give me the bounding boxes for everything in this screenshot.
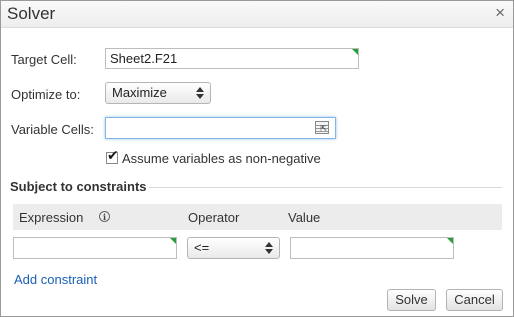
corner-marker-icon	[447, 238, 453, 244]
corner-marker-icon	[170, 238, 176, 244]
corner-marker-icon	[352, 49, 358, 55]
info-icon[interactable]: i	[99, 211, 110, 222]
checkmark-icon: ✔	[107, 147, 119, 163]
up-down-arrows-icon	[265, 242, 273, 254]
variable-cells-label: Variable Cells:	[11, 122, 94, 137]
non-negative-checkbox[interactable]: ✔	[106, 148, 119, 164]
operator-header: Operator	[188, 210, 240, 225]
optimize-label: Optimize to:	[11, 87, 81, 102]
target-cell-label: Target Cell:	[11, 52, 77, 67]
constraint-value-input[interactable]	[290, 237, 454, 259]
operator-selected-value: <=	[194, 240, 210, 255]
constraint-expression-input[interactable]	[13, 237, 177, 259]
constraints-section-title: Subject to constraints	[10, 179, 147, 194]
optimize-select[interactable]: Maximize	[105, 82, 211, 104]
constraints-header-row: Expression i Operator Value	[13, 204, 502, 230]
close-icon[interactable]: ×	[495, 3, 505, 23]
add-constraint-link[interactable]: Add constraint	[14, 272, 97, 287]
expression-header: Expression	[19, 210, 84, 225]
solve-button[interactable]: Solve	[387, 289, 436, 311]
dialog-title: Solver	[7, 4, 56, 23]
non-negative-label[interactable]: Assume variables as non-negative	[122, 151, 321, 166]
solver-dialog: Solver × Target Cell: Sheet2.F21 Optimiz…	[0, 0, 514, 317]
cancel-button[interactable]: Cancel	[446, 289, 503, 311]
section-divider	[149, 187, 502, 188]
variable-cells-input[interactable]: ⇱	[105, 117, 336, 139]
target-cell-input[interactable]: Sheet2.F21	[105, 48, 359, 69]
value-header: Value	[288, 210, 321, 225]
optimize-selected-value: Maximize	[112, 85, 167, 100]
title-bar[interactable]: Solver ×	[1, 1, 513, 28]
target-cell-value: Sheet2.F21	[110, 51, 178, 66]
operator-select[interactable]: <=	[187, 237, 280, 259]
up-down-arrows-icon	[196, 87, 204, 99]
cell-range-picker-icon[interactable]: ⇱	[315, 121, 329, 134]
